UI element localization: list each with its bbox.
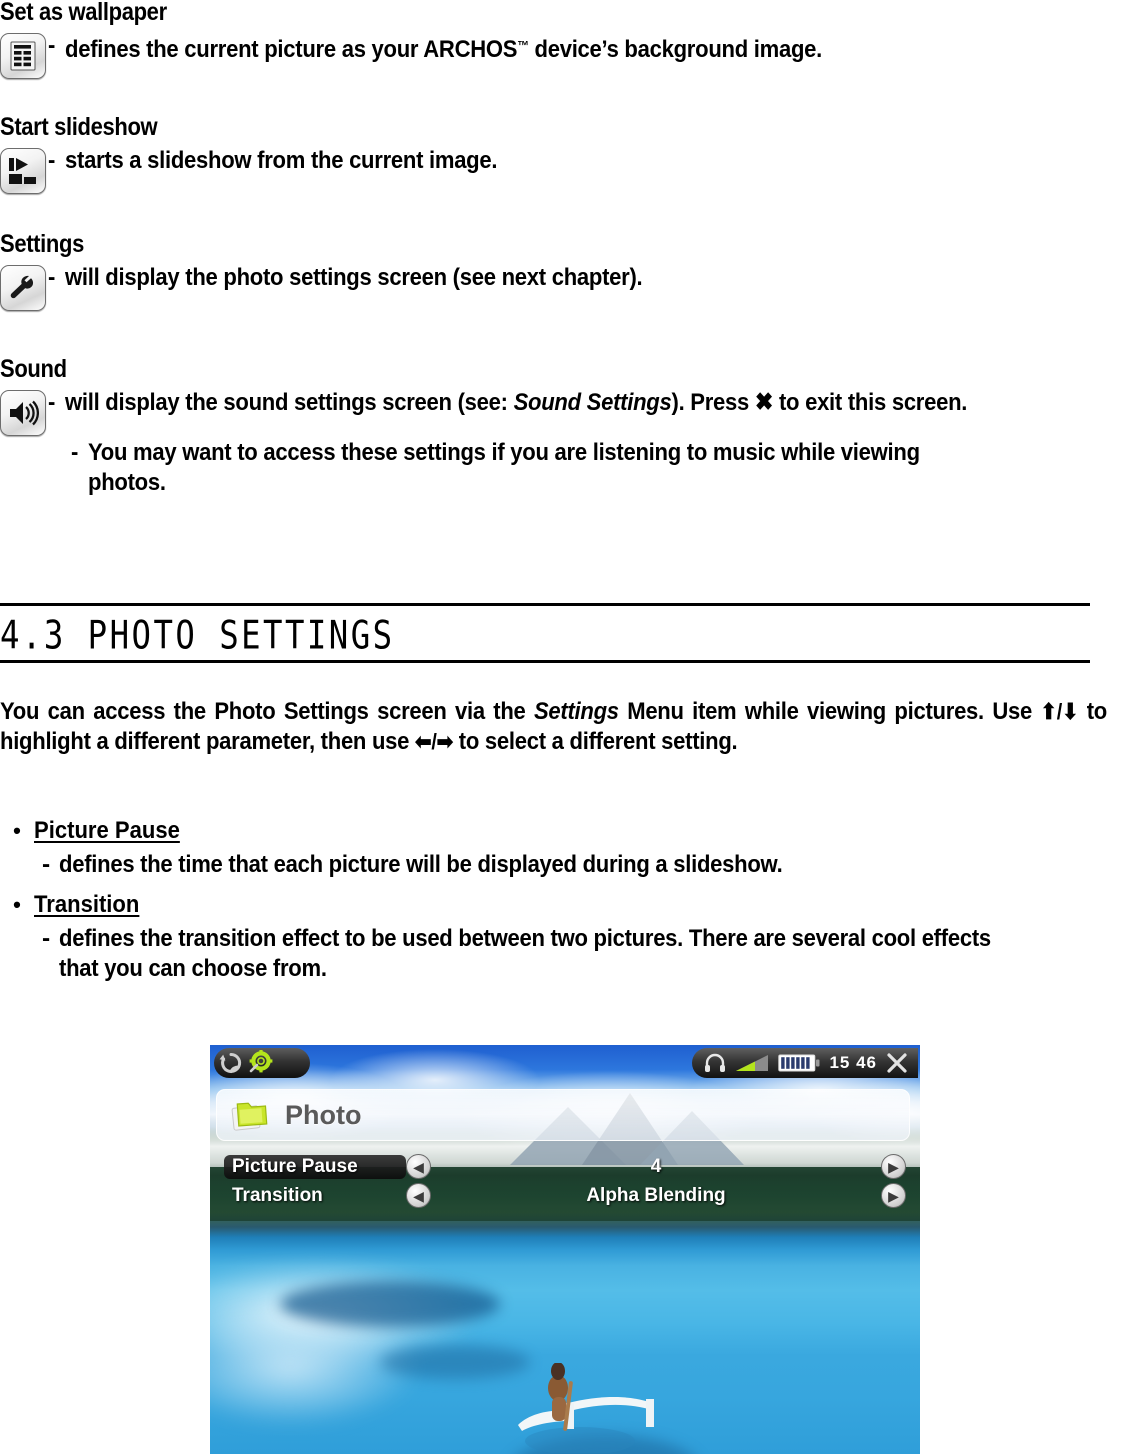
document-list-icon-glyph	[10, 41, 36, 71]
reef-shape	[280, 1281, 500, 1327]
close-x-icon[interactable]	[886, 1052, 908, 1074]
arrow-left-right-icon: ⬅/➡	[415, 729, 453, 754]
sub-dash: -	[42, 851, 51, 878]
entry-dash: -	[71, 439, 79, 466]
arrow-right-icon: ▶	[888, 1187, 899, 1204]
wrench-icon-glyph	[10, 275, 34, 299]
sub-dash: -	[42, 925, 51, 952]
entry-heading: Set as wallpaper	[0, 0, 167, 26]
entry-line-text: defines the current picture as your ARCH…	[65, 36, 823, 63]
document-list-icon	[0, 33, 48, 79]
close-x-glyph: ✖	[754, 389, 774, 416]
section-rule-bottom	[0, 660, 1090, 663]
sub-text: defines the transition effect to be used…	[59, 925, 991, 982]
entry-dash: -	[48, 264, 56, 291]
slideshow-icon-glyph	[9, 158, 36, 184]
speaker-icon	[0, 390, 48, 436]
device-screenshot: 15 46 Photo Picture Pause ◀ 4 ▶ Transiti…	[210, 1045, 920, 1454]
intro-paragraph: You can access the Photo Settings screen…	[0, 698, 1107, 755]
headphones-icon	[705, 1053, 726, 1072]
photo-title: Photo	[285, 1099, 362, 1130]
slideshow-icon	[0, 148, 48, 194]
status-clock: 15 46	[829, 1053, 877, 1072]
menu-entry-set-as-wallpaper: Set as wallpaper - defines the current p…	[0, 0, 1122, 79]
bullet-dot-icon: •	[13, 892, 21, 917]
bullet-dot-icon: •	[13, 818, 21, 843]
wrench-icon	[0, 265, 48, 311]
list-item: • Transition	[0, 889, 1122, 921]
rotate-refresh-icon[interactable]	[219, 1051, 243, 1075]
photo-folder-icon	[231, 1102, 268, 1131]
entry-heading: Sound	[0, 355, 67, 383]
gear-icon[interactable]	[248, 1050, 274, 1076]
menu-entry-start-slideshow: Start slideshow - starts a slideshow fro…	[0, 115, 1122, 194]
entry-dash: -	[48, 32, 56, 59]
volume-level-icon	[736, 1055, 769, 1071]
arrow-right-icon: ▶	[888, 1158, 899, 1175]
list-item-description: - defines the time that each picture wil…	[0, 850, 1122, 880]
settings-label-picture-pause: Picture Pause	[224, 1154, 406, 1179]
entry-dash: -	[48, 389, 56, 416]
settings-label-transition: Transition	[232, 1184, 323, 1206]
entry-heading: Start slideshow	[0, 113, 158, 141]
photo-title-bar: Photo	[216, 1089, 910, 1141]
entry-line: will display the sound settings screen (…	[65, 389, 968, 416]
settings-value-transition: Alpha Blending	[586, 1184, 726, 1206]
entry-line: starts a slideshow from the current imag…	[65, 147, 498, 174]
reef-shape	[380, 1345, 530, 1379]
menu-entry-sound: Sound - will display the sound settings …	[0, 357, 1122, 498]
status-bar-right: 15 46	[692, 1048, 918, 1078]
manual-page: Set as wallpaper - defines the current p…	[0, 0, 1122, 1454]
battery-icon	[778, 1054, 820, 1072]
arrow-up-down-icon: ⬆/⬇	[1040, 699, 1079, 724]
bullet-label-picture-pause: Picture Pause	[34, 817, 180, 844]
decrement-picture-pause-button[interactable]: ◀	[406, 1154, 431, 1179]
list-item-description: - defines the transition effect to be us…	[0, 924, 1122, 984]
photo-settings-rows: Picture Pause ◀ 4 ▶ Transition ◀ Alpha B…	[224, 1153, 906, 1211]
section-title: 4.3 PHOTO SETTINGS	[0, 612, 395, 659]
increment-transition-button[interactable]: ▶	[881, 1183, 906, 1208]
menu-entry-settings: Settings - will display the photo settin…	[0, 232, 1122, 311]
settings-row-picture-pause[interactable]: Picture Pause ◀ 4 ▶	[224, 1153, 906, 1180]
arrow-left-icon: ◀	[413, 1187, 424, 1204]
decrement-transition-button[interactable]: ◀	[406, 1183, 431, 1208]
settings-value-picture-pause: 4	[650, 1155, 662, 1177]
status-bar-left	[214, 1048, 310, 1078]
canoe-and-person	[518, 1363, 654, 1453]
intro-italic-term: Settings	[533, 698, 619, 725]
sub-text: defines the time that each picture will …	[59, 851, 783, 878]
increment-picture-pause-button[interactable]: ▶	[881, 1154, 906, 1179]
section-rule-top	[0, 603, 1090, 606]
list-item: • Picture Pause	[0, 815, 1122, 847]
entry-heading: Settings	[0, 230, 84, 258]
entry-line: will display the photo settings screen (…	[65, 264, 643, 291]
settings-row-transition[interactable]: Transition ◀ Alpha Blending ▶	[224, 1182, 906, 1209]
arrow-left-icon: ◀	[413, 1158, 424, 1175]
entry-line: defines the current picture as your ARCH…	[65, 31, 822, 65]
settings-parameter-list: • Picture Pause - defines the time that …	[0, 815, 1122, 984]
entry-line: You may want to access these settings if…	[88, 439, 920, 496]
speaker-icon-glyph	[10, 400, 39, 426]
bullet-label-transition: Transition	[34, 891, 140, 918]
entry-dash: -	[48, 147, 56, 174]
